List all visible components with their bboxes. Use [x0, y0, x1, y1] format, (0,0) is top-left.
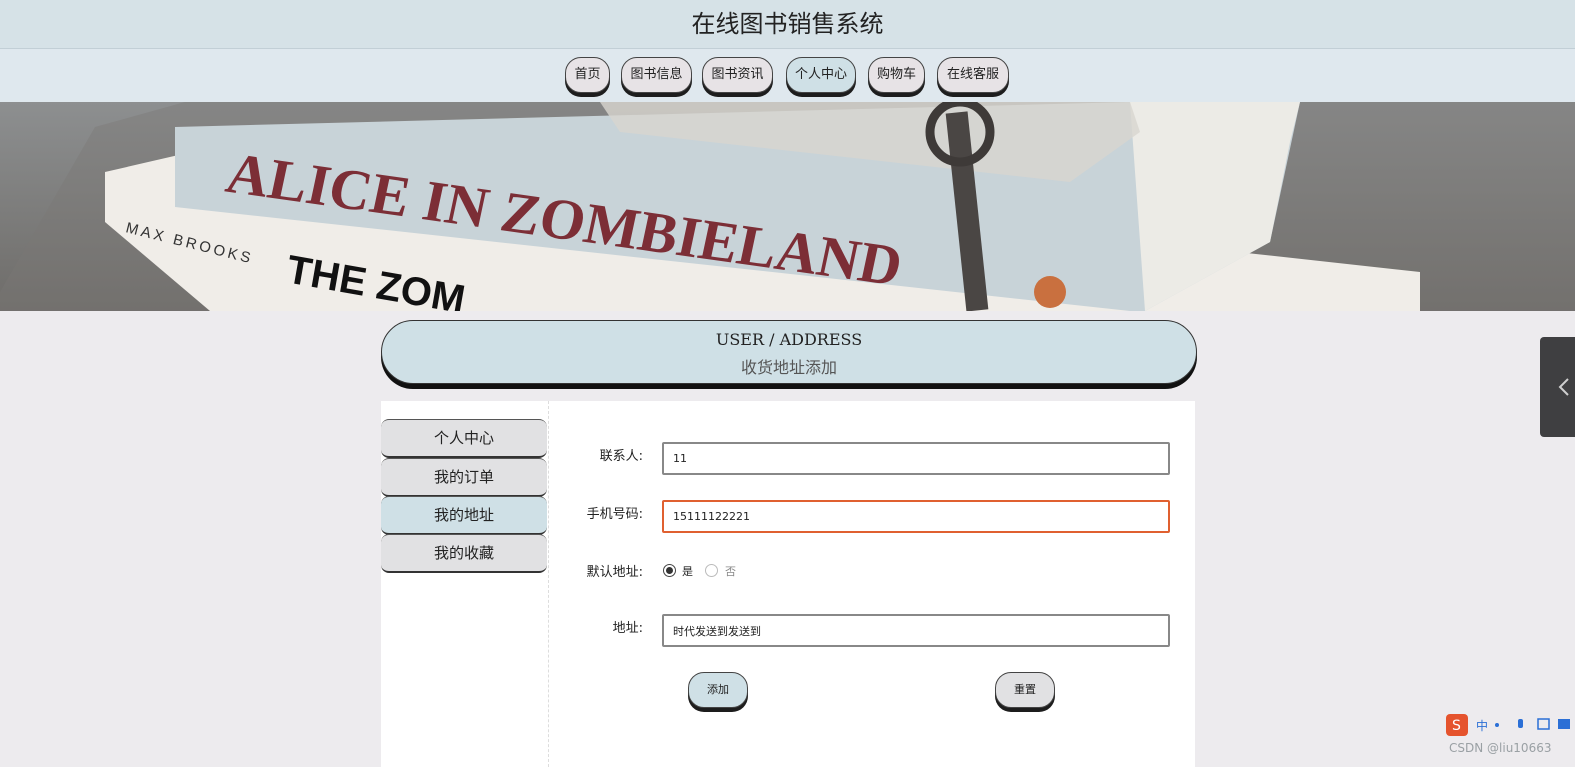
phone-label: 手机号码: — [586, 507, 643, 522]
nav-list: 首页 图书信息 图书资讯 个人中心 购物车 在线客服 — [0, 57, 1575, 97]
csdn-watermark: CSDN @liu10663 — [1449, 741, 1552, 755]
default-yes-radio[interactable] — [663, 564, 676, 577]
ime-toolbar: S 中 — [1446, 714, 1575, 736]
ime-icons: S — [1446, 714, 1570, 736]
panel-header: USER / ADDRESS 收货地址添加 — [381, 320, 1197, 384]
chevron-left-icon — [1558, 378, 1569, 396]
nav-online-service[interactable]: 在线客服 — [937, 57, 1009, 93]
side-drawer-toggle[interactable] — [1540, 337, 1575, 437]
svg-text:S: S — [1452, 718, 1461, 734]
site-title: 在线图书销售系统 — [691, 10, 884, 38]
reset-button[interactable]: 重置 — [995, 672, 1055, 708]
site-header: 在线图书销售系统 — [0, 0, 1575, 49]
address-input[interactable] — [662, 614, 1170, 647]
nav-book-news[interactable]: 图书资讯 — [702, 57, 773, 93]
content-area: 个人中心 我的订单 我的地址 我的收藏 联系人: 手机号码: 默认地址: 是 否… — [381, 401, 1195, 767]
nav-home[interactable]: 首页 — [565, 57, 610, 93]
default-address-label: 默认地址: — [586, 565, 643, 580]
nav-book-info[interactable]: 图书信息 — [621, 57, 692, 93]
books-illustration: ALICE IN ZOMBIELAND MAX BROOKS THE ZOM — [0, 102, 1575, 311]
panel-title-en: USER / ADDRESS — [715, 330, 863, 349]
contact-input[interactable] — [662, 442, 1170, 475]
nav-cart[interactable]: 购物车 — [868, 57, 925, 93]
default-yes-label: 是 — [682, 565, 693, 578]
default-no-label: 否 — [725, 565, 736, 578]
ime-mode-label: 中 — [1476, 719, 1489, 733]
phone-input[interactable] — [662, 500, 1170, 533]
default-no-radio[interactable] — [705, 564, 718, 577]
nav-personal-center[interactable]: 个人中心 — [786, 57, 856, 93]
main-nav: 首页 图书信息 图书资讯 个人中心 购物车 在线客服 — [0, 49, 1575, 102]
address-label: 地址: — [612, 621, 643, 636]
banner-image: ALICE IN ZOMBIELAND MAX BROOKS THE ZOM — [0, 102, 1575, 311]
panel-title-zh: 收货地址添加 — [740, 358, 837, 377]
add-button[interactable]: 添加 — [688, 672, 748, 708]
contact-label: 联系人: — [599, 449, 643, 464]
